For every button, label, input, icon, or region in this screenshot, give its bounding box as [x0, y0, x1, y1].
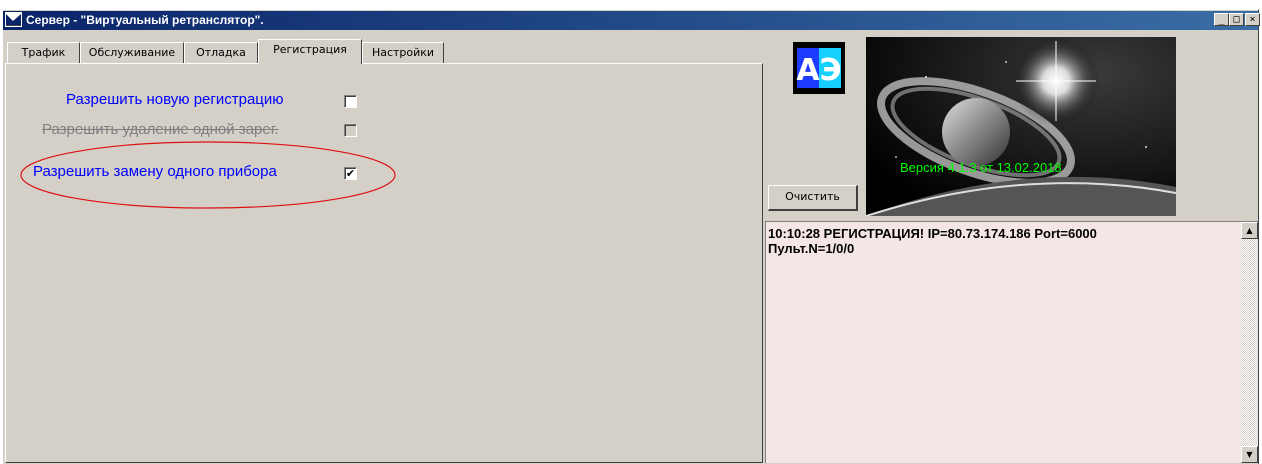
tab-registration[interactable]: Регистрация — [258, 39, 362, 64]
maximize-icon[interactable]: □ — [1229, 13, 1244, 26]
space-banner-image — [866, 37, 1176, 216]
option-label-new-registration: Разрешить новую регистрацию — [66, 91, 284, 108]
close-icon[interactable]: × — [1245, 13, 1260, 26]
log-line: 10:10:28 РЕГИСТРАЦИЯ! IP=80.73.174.186 P… — [768, 226, 1097, 241]
version-label: Версия 4.1.3 от 13.02.2018 — [900, 160, 1062, 175]
log-line: Пульт.N=1/0/0 — [768, 241, 855, 256]
scroll-up-icon[interactable]: ▲ — [1241, 222, 1258, 239]
option-label-delete-one: Разрешить удаление одной зарег. — [42, 121, 279, 138]
log-scrollbar[interactable]: ▲ ▼ — [1241, 222, 1258, 463]
annotation-ellipse — [20, 141, 396, 209]
logo-graphic: АЭ — [793, 42, 845, 94]
minimize-icon[interactable]: _ — [1214, 13, 1229, 26]
clear-log-button[interactable]: Очистить — [768, 185, 858, 211]
app-window-icon — [5, 12, 22, 27]
logo-text: АЭ — [796, 53, 841, 88]
title-bar[interactable]: Сервер - "Виртуальный ретранслятор". _ □… — [3, 11, 1260, 30]
tab-debug[interactable]: Отладка — [184, 42, 258, 63]
scroll-down-icon[interactable]: ▼ — [1241, 446, 1258, 463]
checkbox-new-registration[interactable] — [344, 95, 357, 108]
checkbox-delete-one[interactable] — [344, 124, 357, 137]
log-content: 10:10:28 РЕГИСТРАЦИЯ! IP=80.73.174.186 P… — [768, 226, 1238, 256]
app-logo: АЭ — [793, 42, 845, 94]
window-title: Сервер - "Виртуальный ретранслятор". — [26, 13, 264, 27]
tab-service[interactable]: Обслуживание — [80, 42, 184, 63]
log-textarea[interactable]: 10:10:28 РЕГИСТРАЦИЯ! IP=80.73.174.186 P… — [765, 221, 1258, 463]
tab-traffic[interactable]: Трафик — [7, 42, 80, 63]
tab-settings[interactable]: Настройки — [362, 42, 444, 63]
